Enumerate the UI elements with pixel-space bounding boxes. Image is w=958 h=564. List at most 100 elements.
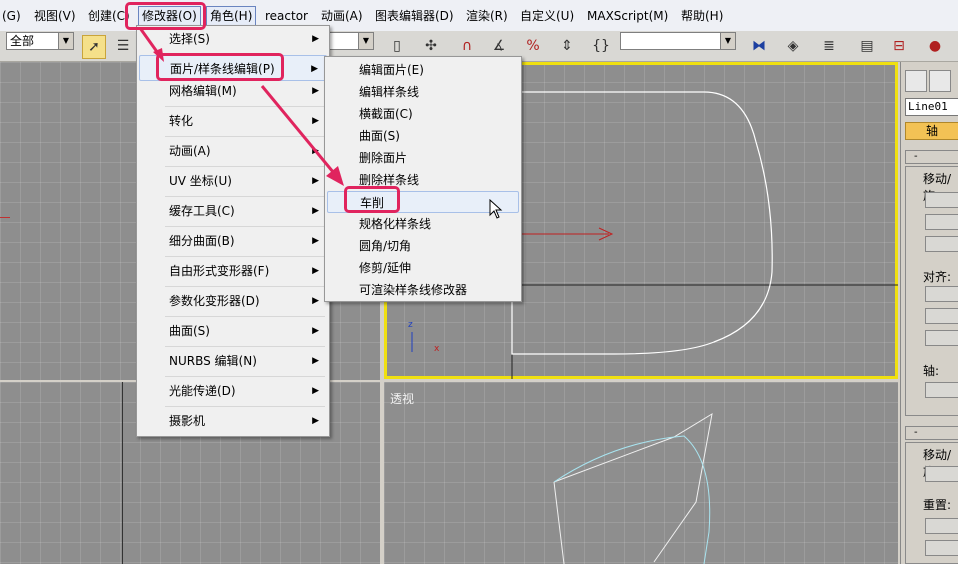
menu-item-cameras[interactable]: 摄影机 ▶: [139, 408, 327, 434]
pivot-label: 轴:: [923, 362, 940, 379]
align-icon[interactable]: ◈: [782, 35, 804, 57]
menu-separator: [165, 376, 325, 377]
menu-item-uv-coordinates[interactable]: UV 坐标(U) ▶: [139, 168, 327, 194]
chevron-down-icon: ▼: [720, 33, 735, 49]
menu-help[interactable]: 帮助(H): [681, 7, 723, 25]
menu-separator: [165, 346, 325, 347]
menu-item-mesh-editing[interactable]: 网格编辑(M) ▶: [139, 78, 327, 104]
submenu-item-renderable-spline[interactable]: 可渲染样条线修改器: [327, 279, 519, 301]
modify-tab-icon[interactable]: [929, 70, 951, 92]
align-label: 对齐:: [923, 268, 952, 285]
select-by-name-icon[interactable]: ☰: [112, 35, 134, 57]
menu-separator: [165, 136, 325, 137]
chevron-right-icon: ▶: [312, 236, 319, 246]
submenu-item-cross-section[interactable]: 横截面(C): [327, 103, 519, 125]
reference-coord-dropdown[interactable]: ▼: [328, 32, 374, 50]
selection-filter-value: 全部: [10, 34, 35, 48]
annotation-box-modifiers: [125, 2, 206, 30]
snap-3d-icon[interactable]: ∩: [456, 35, 478, 57]
mirror-icon[interactable]: ⧓: [748, 35, 770, 57]
menu-maxscript[interactable]: MAXScript(M): [587, 7, 668, 25]
chevron-right-icon: ▶: [312, 416, 319, 426]
modifiers-menu: 选择(S) ▶ 面片/样条线编辑(P) ▶ 网格编辑(M) ▶ 转化 ▶ 动画(A) ▶ …: [136, 25, 330, 437]
reset-transform-button[interactable]: [925, 518, 958, 534]
reset-pivot-button[interactable]: [925, 382, 958, 398]
pivot-button[interactable]: 轴: [905, 122, 958, 140]
material-editor-icon[interactable]: ●: [924, 35, 946, 57]
schematic-view-icon[interactable]: ⊟: [888, 35, 910, 57]
axis-line: [0, 217, 10, 218]
chevron-right-icon: ▶: [312, 326, 319, 336]
submenu-item-delete-patch[interactable]: 删除面片: [327, 147, 519, 169]
menu-animation[interactable]: 动画(A): [321, 7, 363, 25]
create-tab-icon[interactable]: [905, 70, 927, 92]
selection-filter-dropdown[interactable]: 全部 ▼: [6, 32, 74, 50]
submenu-item-edit-spline[interactable]: 编辑样条线: [327, 81, 519, 103]
curve-editor-icon[interactable]: ▤: [856, 35, 878, 57]
menu-graph-editors[interactable]: 图表编辑器(D): [375, 7, 454, 25]
menu-rendering[interactable]: 渲染(R): [466, 7, 508, 25]
menu-reactor[interactable]: reactor: [265, 7, 308, 25]
submenu-item-edit-patch[interactable]: 编辑面片(E): [327, 59, 519, 81]
chevron-right-icon: ▶: [312, 266, 319, 276]
submenu-item-trim-extend[interactable]: 修剪/延伸: [327, 257, 519, 279]
submenu-item-surface[interactable]: 曲面(S): [327, 125, 519, 147]
menu-item-radiosity[interactable]: 光能传递(D) ▶: [139, 378, 327, 404]
menu-create[interactable]: 创建(C): [88, 7, 130, 25]
perspective-shape: [553, 412, 713, 564]
manipulate-icon[interactable]: ✣: [420, 35, 442, 57]
reset-scale-button[interactable]: [925, 540, 958, 556]
chevron-right-icon: ▶: [312, 34, 319, 44]
menu-item-parametric-deformers[interactable]: 参数化变形器(D) ▶: [139, 288, 327, 314]
chevron-right-icon: ▶: [312, 386, 319, 396]
menu-separator: [165, 226, 325, 227]
pivot-icon[interactable]: ▯: [386, 35, 408, 57]
align-to-object-button[interactable]: [925, 308, 958, 324]
menu-group[interactable]: (G): [2, 7, 21, 25]
menu-item-free-form-deformers[interactable]: 自由形式变形器(F) ▶: [139, 258, 327, 284]
menu-separator: [165, 256, 325, 257]
affect-pivot-button[interactable]: [925, 192, 958, 208]
menu-item-surface[interactable]: 曲面(S) ▶: [139, 318, 327, 344]
chevron-down-icon: ▼: [58, 33, 73, 49]
object-name-field[interactable]: Line01: [905, 98, 958, 116]
chevron-right-icon: ▶: [312, 86, 319, 96]
rollout-header[interactable]: -: [905, 150, 958, 164]
menu-separator: [165, 106, 325, 107]
menu-separator: [165, 196, 325, 197]
spinner-snap-icon[interactable]: ⇕: [556, 35, 578, 57]
menu-item-conversion[interactable]: 转化 ▶: [139, 108, 327, 134]
reset-label: 重置:: [923, 496, 952, 513]
axis-z-label: z: [408, 320, 413, 330]
menu-separator: [165, 166, 325, 167]
menu-item-nurbs-editing[interactable]: NURBS 编辑(N) ▶: [139, 348, 327, 374]
patch-spline-submenu: 编辑面片(E) 编辑样条线 横截面(C) 曲面(S) 删除面片 删除样条线 车削…: [324, 56, 522, 302]
chevron-right-icon: ▶: [312, 356, 319, 366]
percent-snap-icon[interactable]: %: [522, 35, 544, 57]
menu-item-subdivision-surfaces[interactable]: 细分曲面(B) ▶: [139, 228, 327, 254]
submenu-item-fillet-chamfer[interactable]: 圆角/切角: [327, 235, 519, 257]
menu-separator: [165, 406, 325, 407]
chevron-right-icon: ▶: [312, 176, 319, 186]
named-selection-dropdown[interactable]: ▼: [620, 32, 736, 50]
named-selection-icon[interactable]: {}: [590, 35, 612, 57]
align-to-world-button[interactable]: [925, 330, 958, 346]
center-to-object-button[interactable]: [925, 286, 958, 302]
affect-hierarchy-button[interactable]: [925, 236, 958, 252]
axis-x-label: x: [434, 344, 440, 354]
menu-views[interactable]: 视图(V): [34, 7, 76, 25]
rollout-header[interactable]: -: [905, 426, 958, 440]
viewport-perspective[interactable]: 透视: [384, 382, 898, 564]
chevron-right-icon: ▶: [312, 146, 319, 156]
menu-separator: [165, 316, 325, 317]
dont-affect-children-button[interactable]: [925, 466, 958, 482]
affect-object-button[interactable]: [925, 214, 958, 230]
annotation-box-patch-spline: [156, 53, 284, 81]
menu-item-cache-tools[interactable]: 缓存工具(C) ▶: [139, 198, 327, 224]
layer-manager-icon[interactable]: ≣: [818, 35, 840, 57]
menu-item-animation[interactable]: 动画(A) ▶: [139, 138, 327, 164]
angle-snap-icon[interactable]: ∡: [488, 35, 510, 57]
menu-character[interactable]: 角色(H): [206, 6, 257, 26]
select-object-icon[interactable]: ➚: [82, 35, 106, 59]
menu-customize[interactable]: 自定义(U): [520, 7, 574, 25]
